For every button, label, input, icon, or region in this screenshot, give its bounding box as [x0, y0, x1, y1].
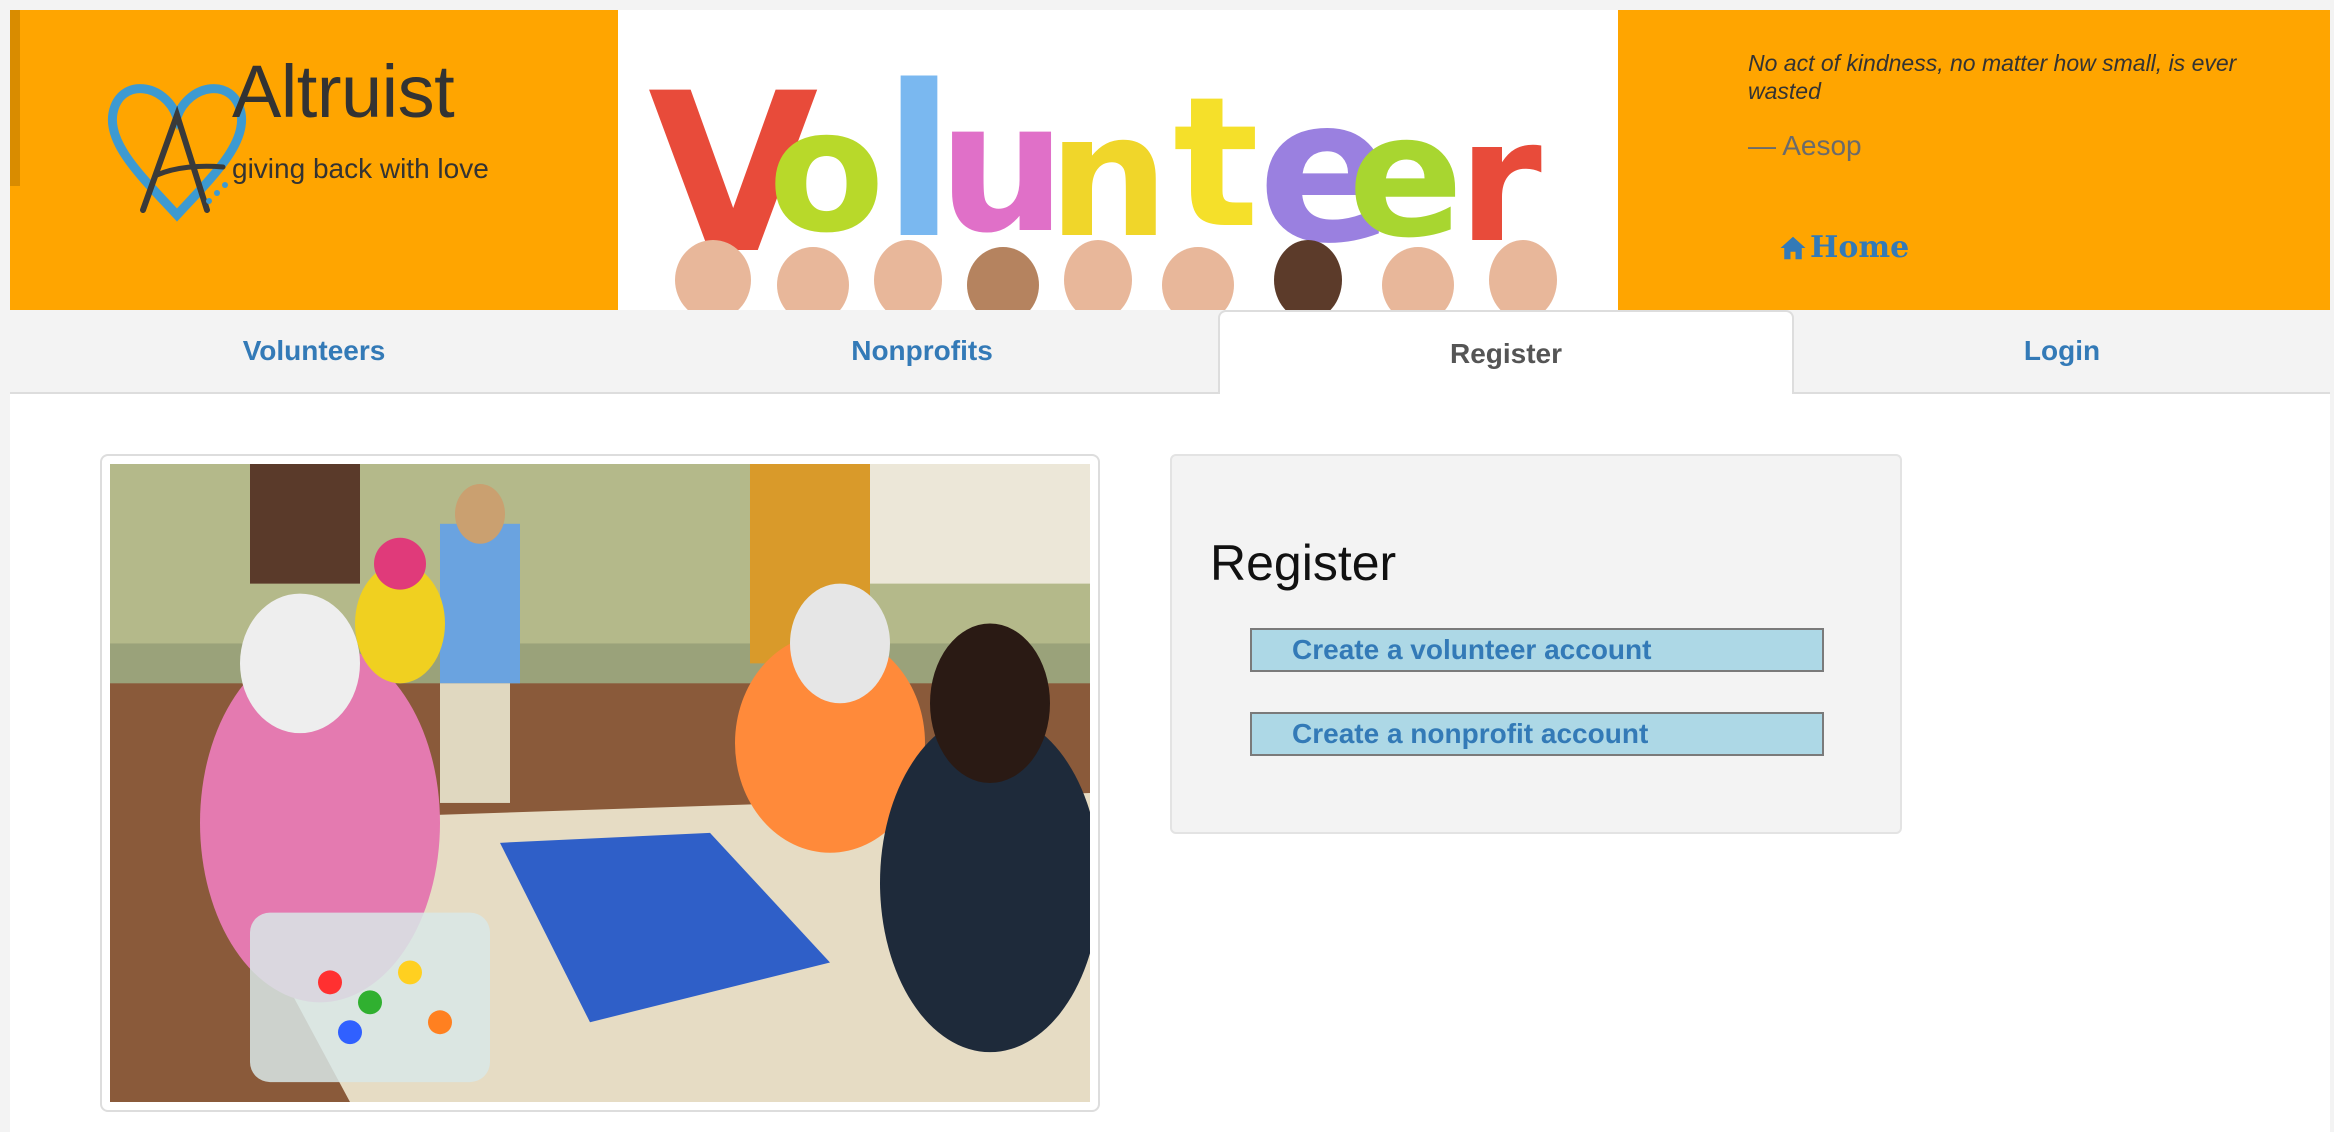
- main-nav-tabs: Volunteers Nonprofits Register Login: [10, 310, 2330, 396]
- home-icon: [1780, 236, 1806, 259]
- hero-letter: t: [1173, 59, 1259, 268]
- header-banner: Altruist giving back with love Volunteer…: [10, 10, 2330, 310]
- register-heading: Register: [1210, 535, 1397, 591]
- tab-label: Volunteers: [242, 335, 386, 366]
- tab-label: Register: [1449, 338, 1563, 369]
- quote-author: — Aesop: [1748, 130, 1862, 161]
- hero-letter: e: [1348, 78, 1463, 276]
- tab-label: Nonprofits: [851, 335, 993, 366]
- home-link[interactable]: Home: [1778, 230, 1909, 265]
- brand-tagline: giving back with love: [232, 153, 489, 184]
- volunteer-letters-graphic: Volun teer: [618, 10, 1618, 310]
- tab-register[interactable]: Register: [1218, 310, 1794, 396]
- quote-text: No act of kindness, no matter how small,…: [1748, 50, 2237, 104]
- tab-volunteers[interactable]: Volunteers: [10, 310, 618, 394]
- altruist-logo-icon: [107, 84, 247, 222]
- hero-letter: u: [938, 64, 1066, 273]
- banner-accent-bar: [10, 10, 20, 186]
- create-volunteer-account-button[interactable]: Create a volunteer account: [1250, 628, 1824, 672]
- main-content: Register Create a volunteer account Crea…: [10, 394, 2330, 1132]
- hero-letter: o: [768, 73, 885, 271]
- volunteers-with-seniors-photo: [110, 464, 1090, 1102]
- tab-label: Login: [2023, 335, 2101, 366]
- create-nonprofit-account-button[interactable]: Create a nonprofit account: [1250, 712, 1824, 756]
- home-link-label: Home: [1810, 230, 1910, 265]
- tab-login[interactable]: Login: [1794, 310, 2330, 394]
- register-panel: Register Create a volunteer account Crea…: [1170, 454, 1902, 834]
- tab-nonprofits[interactable]: Nonprofits: [618, 310, 1226, 394]
- volunteer-hero-image: Volunteer: [618, 10, 1618, 310]
- brand-title: Altruist: [232, 50, 455, 133]
- photo-frame: [100, 454, 1100, 1112]
